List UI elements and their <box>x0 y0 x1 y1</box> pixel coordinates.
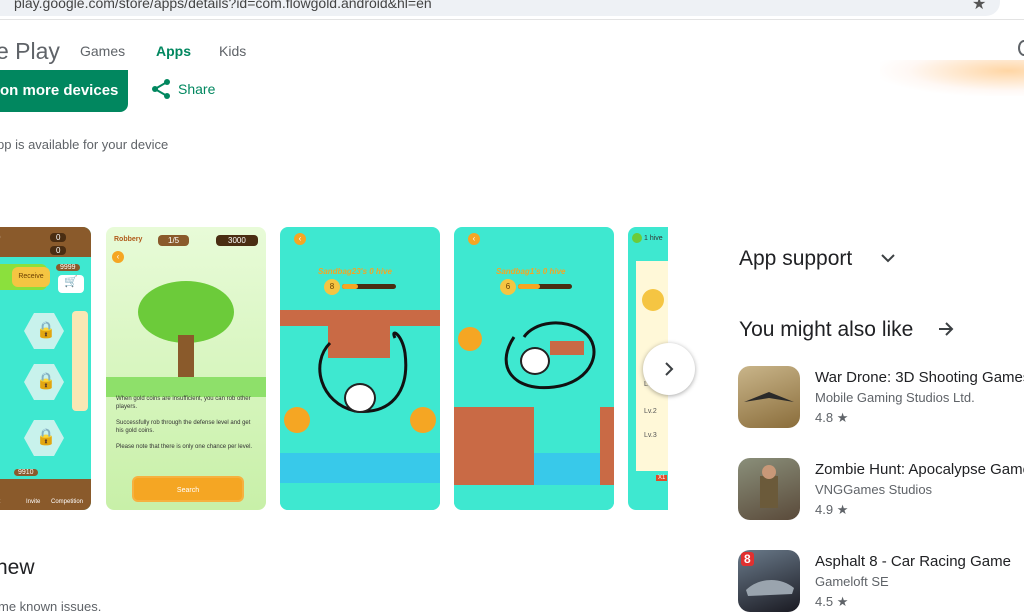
address-bar[interactable]: play.google.com/store/apps/details?id=co… <box>0 0 1000 16</box>
beehive-1 <box>284 407 310 433</box>
header-divider <box>0 19 1024 20</box>
app-developer-2: VNGGames Studios <box>815 482 933 497</box>
shot2-text-3: Please note that there is only one chanc… <box>116 444 253 450</box>
shot1-bottom-bar: ent Invite Competition <box>0 479 91 510</box>
bookmark-star-icon[interactable]: ★ <box>972 0 986 14</box>
google-play-logo-text[interactable]: e Play <box>0 38 60 65</box>
shot4-level-badge: 6 <box>500 279 516 295</box>
shot2-coins: 3000 <box>216 235 258 246</box>
water-strip <box>534 453 600 485</box>
ground-strip <box>280 483 440 510</box>
app-name-3[interactable]: Asphalt 8 - Car Racing Game <box>815 553 1011 570</box>
screenshots-next-button[interactable] <box>643 343 695 395</box>
tree-trunk <box>178 335 194 383</box>
tree-canopy <box>138 281 234 343</box>
shot3-hive-title: Sandbag23's 0 hive <box>318 267 392 276</box>
shot1-side-menu <box>72 311 88 411</box>
shot3-level-badge: 8 <box>324 279 340 295</box>
lock-hex-2: 🔒 <box>24 364 64 400</box>
install-button-label: on more devices <box>0 82 119 99</box>
shot1-value-b: 0 <box>50 233 67 242</box>
app-name-1[interactable]: War Drone: 3D Shooting Games <box>815 369 1024 386</box>
water-strip <box>280 453 440 483</box>
whats-new-heading: new <box>0 556 35 579</box>
shot4-progress-track <box>518 284 572 289</box>
shot1-bottom-label-2: Invite <box>26 499 41 505</box>
shot1-receive-button: Receive <box>12 267 50 287</box>
url-text: play.google.com/store/apps/details?id=co… <box>14 0 432 11</box>
search-icon[interactable] <box>1018 40 1024 56</box>
app-rating-3: 4.5 ★ <box>815 594 848 610</box>
app-icon-zombie-hunt[interactable] <box>738 458 800 520</box>
share-icon <box>152 79 170 99</box>
tab-kids[interactable]: Kids <box>219 43 246 59</box>
app-developer-3: Gameloft SE <box>815 574 889 589</box>
brick-wall-right <box>600 407 614 485</box>
chevron-down-icon[interactable] <box>880 252 896 264</box>
app-rating-value-2: 4.9 <box>815 502 834 517</box>
lock-hex-3: 🔒 <box>24 420 64 456</box>
share-label: Share <box>178 81 216 97</box>
dog-character <box>520 347 550 375</box>
asphalt-logo-badge: 8 <box>741 552 754 566</box>
app-rating-value-1: 4.8 <box>815 410 834 425</box>
back-icon: ‹ <box>468 233 480 245</box>
shot5-level-2: Lv.2 <box>644 408 657 415</box>
star-icon: ★ <box>836 410 849 425</box>
beehive-2 <box>410 407 436 433</box>
share-button[interactable]: Share <box>150 78 215 100</box>
shot3-progress-fill <box>342 284 359 289</box>
shot4-progress-fill <box>518 284 540 289</box>
lock-hex-1: 🔒 <box>24 313 64 349</box>
app-rating-2: 4.9 ★ <box>815 502 848 518</box>
tab-apps[interactable]: Apps <box>156 43 191 59</box>
shot2-text-1: When gold coins are insufficient, you ca… <box>116 396 251 410</box>
shot1-value-d: 9999 <box>56 264 80 271</box>
back-icon: ‹ <box>294 233 306 245</box>
shot2-progress: 1/5 <box>158 235 190 246</box>
app-rating-value-3: 4.5 <box>815 594 834 609</box>
device-availability-text: pp is available for your device <box>0 137 169 152</box>
shot1-bottom-label-3: Competition <box>51 499 84 505</box>
shot5-level-3: Lv.3 <box>644 432 657 439</box>
shot2-text-2: Successfully rob through the defense lev… <box>116 420 251 434</box>
screenshot-1[interactable]: 0 0 0 Receive 9999 🛒 🔒 🔒 🔒 9910 ent Invi… <box>0 227 91 510</box>
app-icon-asphalt-8[interactable]: 8 <box>738 550 800 612</box>
shot2-search-button: Search <box>132 476 244 502</box>
star-icon: ★ <box>836 594 849 609</box>
shot5-badge: X1 <box>656 475 668 481</box>
coin-icon <box>642 289 664 311</box>
app-name-2[interactable]: Zombie Hunt: Apocalypse Game <box>815 461 1024 478</box>
brick-wall-left <box>454 407 534 485</box>
screenshot-2[interactable]: Robbery 1/5 3000 ‹ When gold coins are i… <box>106 227 266 510</box>
arrow-right-icon[interactable] <box>937 321 955 337</box>
back-icon <box>632 233 642 243</box>
whats-new-text: me known issues. <box>0 599 102 614</box>
dog-character <box>344 383 376 413</box>
shot1-value-c: 0 <box>50 246 67 255</box>
star-icon: ★ <box>836 502 849 517</box>
header-glow-graphic <box>880 60 1024 96</box>
app-support-heading[interactable]: App support <box>739 247 852 271</box>
cart-icon: 🛒 <box>58 275 84 293</box>
shot5-header: 1 hive <box>644 235 663 242</box>
back-icon: ‹ <box>112 251 124 263</box>
app-developer-1: Mobile Gaming Studios Ltd. <box>815 390 975 405</box>
app-rating-1: 4.8 ★ <box>815 410 848 426</box>
grass-strip <box>106 377 266 397</box>
shot1-top-bar: 0 0 0 <box>0 227 91 257</box>
ground-strip <box>454 485 614 510</box>
screenshot-3[interactable]: ‹ Sandbag23's 0 hive 8 <box>280 227 440 510</box>
install-button[interactable]: on more devices <box>0 70 128 112</box>
shot1-coin-value: 9910 <box>14 469 38 476</box>
you-might-like-heading[interactable]: You might also like <box>739 318 913 342</box>
app-icon-war-drone[interactable] <box>738 366 800 428</box>
beehive <box>458 327 482 351</box>
tab-games[interactable]: Games <box>80 43 125 59</box>
screenshot-4[interactable]: ‹ Sandbag1's 0 hive 6 <box>454 227 614 510</box>
shot2-player-name: Robbery <box>114 236 143 243</box>
shot3-progress-track <box>342 284 396 289</box>
chevron-right-icon <box>665 362 674 376</box>
shot4-hive-title: Sandbag1's 0 hive <box>496 267 566 276</box>
